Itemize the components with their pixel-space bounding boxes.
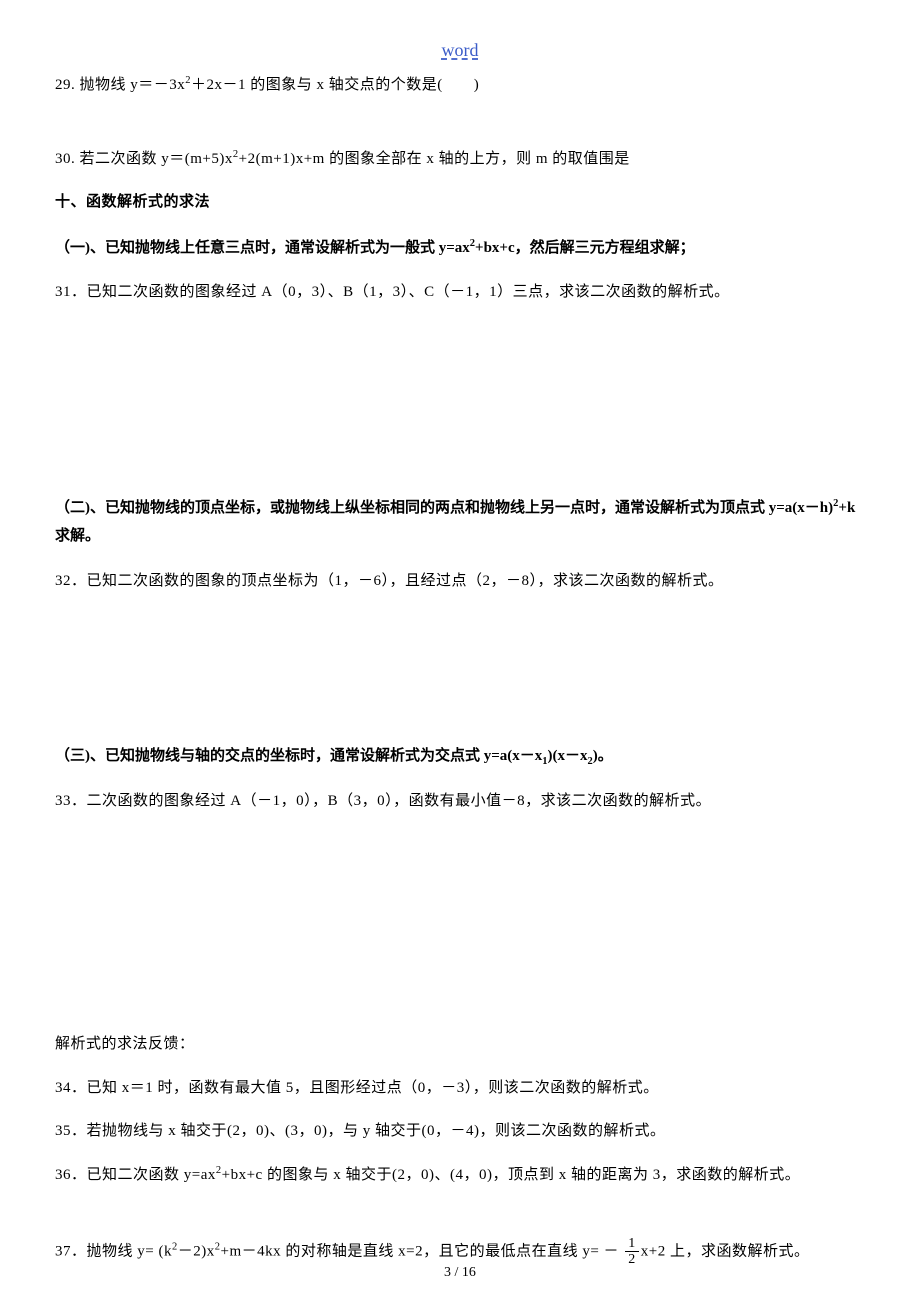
subsection-1-heading: （一)、已知抛物线上任意三点时，通常设解析式为一般式 y=ax2+bx+c，然后… [55,234,865,263]
question-37: 37．抛物线 y= (k2－2)x2+m－4kx 的对称轴是直线 x=2，且它的… [55,1236,865,1268]
subsection-3-heading: （三)、已知抛物线与轴的交点的坐标时，通常设解析式为交点式 y=a(x－x1)(… [55,742,865,771]
q37-num: 37． [55,1243,87,1259]
q29-text-b: ＋2x－1 的图象与 x 轴交点的个数是( ) [191,77,479,93]
q32-num: 32． [55,573,87,589]
question-34: 34．已知 x＝1 时，函数有最大值 5，且图形经过点（0，－3），则该二次函数… [55,1076,865,1102]
q36-num: 36． [55,1167,87,1183]
q33-text: 二次函数的图象经过 A（－1，0），B（3，0），函数有最小值－8，求该二次函数… [87,793,712,809]
question-33: 33．二次函数的图象经过 A（－1，0），B（3，0），函数有最小值－8，求该二… [55,789,865,815]
question-32: 32．已知二次函数的图象的顶点坐标为（1，－6），且经过点（2，－8），求该二次… [55,569,865,595]
q36-text-b: +bx+c 的图象与 x 轴交于(2，0)、(4，0)，顶点到 x 轴的距离为 … [222,1167,801,1183]
q31-text: 已知二次函数的图象经过 A（0，3）、B（1，3）、C（－1，1）三点，求该二次… [87,284,730,300]
sub1-text-a: （一)、已知抛物线上任意三点时，通常设解析式为一般式 y=ax [55,240,470,256]
q29-num: 29. [55,77,75,93]
feedback-heading: 解析式的求法反馈： [55,1032,865,1058]
sub1-text-b: +bx+c，然后解三元方程组求解； [475,240,695,256]
q30-num: 30. [55,151,75,167]
question-30: 30. 若二次函数 y＝(m+5)x2+2(m+1)x+m 的图象全部在 x 轴… [55,147,865,173]
question-35: 35．若抛物线与 x 轴交于(2，0)、(3，0)，与 y 轴交于(0，－4)，… [55,1119,865,1145]
q37-text-a: 抛物线 y= (k [87,1243,172,1259]
q37-text-d: x+2 上，求函数解析式。 [641,1243,810,1259]
question-36: 36．已知二次函数 y=ax2+bx+c 的图象与 x 轴交于(2，0)、(4，… [55,1163,865,1189]
sub3-text-b: )(x－x [548,748,588,764]
q35-text: 若抛物线与 x 轴交于(2，0)、(3，0)，与 y 轴交于(0，－4)，则该二… [87,1123,666,1139]
header-word-title: word [55,40,865,61]
q37-text-c: +m－4kx 的对称轴是直线 x=2，且它的最低点在直线 y= － [220,1243,619,1259]
section-10-heading: 十、函数解析式的求法 [55,190,865,216]
sub3-text-c: )。 [593,748,613,764]
q29-text-a: 抛物线 y＝－3x [80,77,186,93]
page-number: 3 / 16 [0,1265,920,1281]
q37-text-b: －2)x [178,1243,215,1259]
fraction: 1 2 [625,1236,639,1268]
q33-num: 33． [55,793,87,809]
q36-text-a: 已知二次函数 y=ax [87,1167,216,1183]
sub2-text-a: （二)、已知抛物线的顶点坐标，或抛物线上纵坐标相同的两点和抛物线上另一点时，通常… [55,500,833,516]
q30-text-b: +2(m+1)x+m 的图象全部在 x 轴的上方，则 m 的取值围是 [239,151,630,167]
question-31: 31．已知二次函数的图象经过 A（0，3）、B（1，3）、C（－1，1）三点，求… [55,280,865,306]
q31-num: 31． [55,284,87,300]
question-29: 29. 抛物线 y＝－3x2＋2x－1 的图象与 x 轴交点的个数是( ) [55,73,865,99]
q35-num: 35． [55,1123,87,1139]
subsection-2-heading: （二)、已知抛物线的顶点坐标，或抛物线上纵坐标相同的两点和抛物线上另一点时，通常… [55,494,865,551]
q34-text: 已知 x＝1 时，函数有最大值 5，且图形经过点（0，－3），则该二次函数的解析… [87,1080,659,1096]
q34-num: 34． [55,1080,87,1096]
q30-text-a: 若二次函数 y＝(m+5)x [80,151,233,167]
fraction-numerator: 1 [625,1236,639,1252]
q32-text: 已知二次函数的图象的顶点坐标为（1，－6），且经过点（2，－8），求该二次函数的… [87,573,724,589]
sub3-text-a: （三)、已知抛物线与轴的交点的坐标时，通常设解析式为交点式 y=a(x－x [55,748,542,764]
